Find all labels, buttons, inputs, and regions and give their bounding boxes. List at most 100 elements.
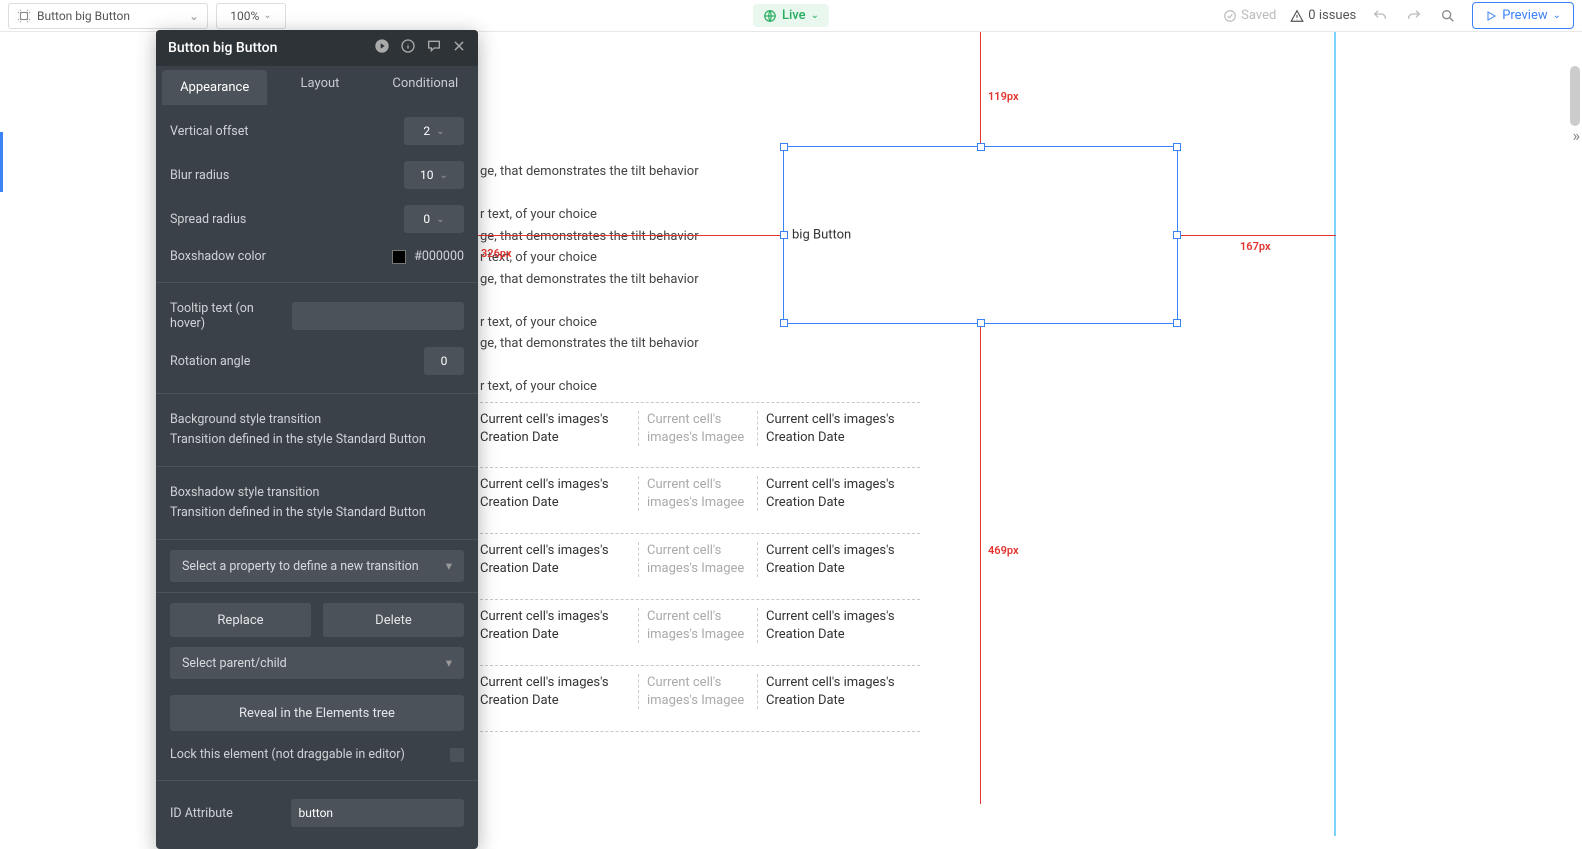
cell-image: Current cell's images's Imagee — [638, 674, 758, 709]
spread-radius-input[interactable]: 0⌄ — [404, 205, 464, 233]
tab-layout[interactable]: Layout — [267, 66, 372, 105]
redo-icon — [1406, 8, 1422, 24]
chevron-down-icon: ⌄ — [436, 126, 444, 137]
preview-button[interactable]: Preview ⌄ — [1472, 2, 1574, 29]
check-circle-icon — [1223, 9, 1237, 23]
resize-handle-bl[interactable] — [780, 319, 788, 327]
guide-line-top — [980, 32, 981, 146]
guide-line-bottom — [980, 324, 981, 804]
resize-handle-tr[interactable] — [1173, 143, 1181, 151]
new-transition-placeholder: Select a property to define a new transi… — [182, 559, 419, 574]
repeating-group-row[interactable]: Current cell's images's Creation DateCur… — [480, 666, 920, 732]
tooltip-input[interactable] — [292, 302, 464, 330]
blur-radius-input[interactable]: 10 ⌄ — [404, 161, 464, 189]
chevron-down-icon: ⌄ — [1553, 10, 1561, 21]
panel-body: Vertical offset 2⌄ Blur radius 10⌄ Sprea… — [156, 105, 478, 849]
canvas-text-line: r text, of your choice — [480, 377, 699, 397]
preview-label: Preview — [1502, 8, 1547, 23]
resize-handle-mr[interactable] — [1173, 231, 1181, 239]
cell-image: Current cell's images's Imagee — [638, 608, 758, 643]
zoom-selector[interactable]: 100% ⌄ — [216, 3, 286, 29]
search-button[interactable] — [1438, 6, 1458, 26]
cell-image: Current cell's images's Imagee — [638, 411, 758, 446]
element-selector-dropdown[interactable]: Button big Button ⌄ — [8, 3, 208, 29]
cell-creation-date: Current cell's images's Creation Date — [766, 476, 916, 511]
tab-appearance[interactable]: Appearance — [162, 70, 267, 105]
canvas-text-line: ge, that demonstrates the tilt behavior — [480, 270, 699, 290]
property-panel: Button big Button Appearance Layout Cond… — [156, 30, 478, 849]
guide-distance-bottom-label: 469px — [988, 544, 1019, 557]
lock-element-checkbox[interactable] — [450, 748, 464, 762]
chevron-down-icon: ⌄ — [436, 214, 444, 225]
saved-label: Saved — [1241, 8, 1276, 23]
color-swatch[interactable] — [392, 250, 406, 264]
panel-header[interactable]: Button big Button — [156, 30, 478, 66]
repeating-group-row[interactable]: Current cell's images's Creation DateCur… — [480, 600, 920, 666]
guide-distance-left-label: 326px — [481, 247, 512, 260]
canvas-text-line: r text, of your choice — [480, 313, 699, 333]
reveal-in-tree-button[interactable]: Reveal in the Elements tree — [170, 695, 464, 731]
select-parent-child-dropdown[interactable]: Select parent/child ▾ — [170, 647, 464, 679]
bg-transition-note: Transition defined in the style Standard… — [170, 430, 464, 450]
canvas-text-block: ge, that demonstrates the tilt behavior … — [480, 162, 699, 399]
resize-handle-tm[interactable] — [977, 143, 985, 151]
resize-handle-bm[interactable] — [977, 319, 985, 327]
select-parent-child-label: Select parent/child — [182, 656, 287, 671]
replace-button[interactable]: Replace — [170, 603, 311, 637]
canvas-text-line: ge, that demonstrates the tilt behavior — [480, 227, 699, 247]
vertical-offset-value: 2 — [423, 124, 430, 138]
resize-handle-ml[interactable] — [780, 231, 788, 239]
chevron-down-icon: ⌄ — [811, 10, 819, 21]
live-label: Live — [782, 8, 806, 23]
cell-creation-date: Current cell's images's Creation Date — [766, 411, 916, 446]
undo-icon — [1372, 8, 1388, 24]
bg-transition-title: Background style transition — [170, 410, 464, 430]
spread-radius-label: Spread radius — [170, 212, 404, 227]
chevron-down-icon: ⌄ — [189, 9, 199, 23]
close-icon[interactable] — [452, 39, 466, 57]
cell-creation-date: Current cell's images's Creation Date — [480, 476, 630, 511]
bs-transition-title: Boxshadow style transition — [170, 483, 464, 503]
rotation-angle-input[interactable] — [424, 347, 464, 375]
guide-distance-top-label: 119px — [988, 90, 1019, 103]
repeating-group-row[interactable]: Current cell's images's Creation DateCur… — [480, 468, 920, 534]
spread-radius-value: 0 — [423, 212, 430, 226]
id-attribute-input[interactable] — [291, 799, 465, 827]
comment-icon[interactable] — [426, 38, 442, 58]
resize-handle-br[interactable] — [1173, 319, 1181, 327]
issues-indicator[interactable]: 0 issues — [1290, 8, 1356, 23]
blur-radius-label: Blur radius — [170, 168, 404, 183]
guide-distance-right-label: 167px — [1240, 240, 1271, 253]
scrollbar-vertical[interactable] — [1570, 66, 1580, 126]
rotation-angle-label: Rotation angle — [170, 354, 416, 369]
canvas-text-line — [480, 291, 699, 311]
cell-creation-date: Current cell's images's Creation Date — [480, 608, 630, 643]
play-icon[interactable] — [374, 38, 390, 58]
selection-box[interactable]: big Button — [783, 146, 1178, 324]
collapse-gutter-icon[interactable]: » — [1573, 126, 1581, 145]
canvas-text-line: ge, that demonstrates the tilt behavior — [480, 334, 699, 354]
element-selector-label: Button big Button — [37, 9, 130, 23]
resize-handle-tl[interactable] — [780, 143, 788, 151]
new-transition-dropdown[interactable]: Select a property to define a new transi… — [170, 550, 464, 582]
repeating-group-row[interactable]: Current cell's images's Creation DateCur… — [480, 402, 920, 468]
delete-button[interactable]: Delete — [323, 603, 464, 637]
info-icon[interactable] — [400, 38, 416, 58]
boxshadow-color-input[interactable]: #000000 — [392, 249, 464, 264]
chevron-down-icon: ⌄ — [440, 170, 448, 181]
lock-element-label: Lock this element (not draggable in edit… — [170, 747, 405, 762]
cell-image: Current cell's images's Imagee — [638, 476, 758, 511]
vertical-offset-label: Vertical offset — [170, 124, 404, 139]
redo-button[interactable] — [1404, 6, 1424, 26]
tab-conditional[interactable]: Conditional — [373, 66, 478, 105]
guide-line-right — [1178, 235, 1336, 236]
vertical-offset-input[interactable]: 2⌄ — [404, 117, 464, 145]
undo-button[interactable] — [1370, 6, 1390, 26]
repeating-group-row[interactable]: Current cell's images's Creation DateCur… — [480, 534, 920, 600]
live-status-badge[interactable]: Live ⌄ — [753, 4, 829, 27]
target-icon — [17, 9, 31, 23]
tooltip-label: Tooltip text (on hover) — [170, 301, 284, 331]
saved-indicator: Saved — [1223, 8, 1276, 23]
chevron-down-icon: ⌄ — [263, 10, 271, 21]
blur-radius-value: 10 — [420, 168, 434, 182]
